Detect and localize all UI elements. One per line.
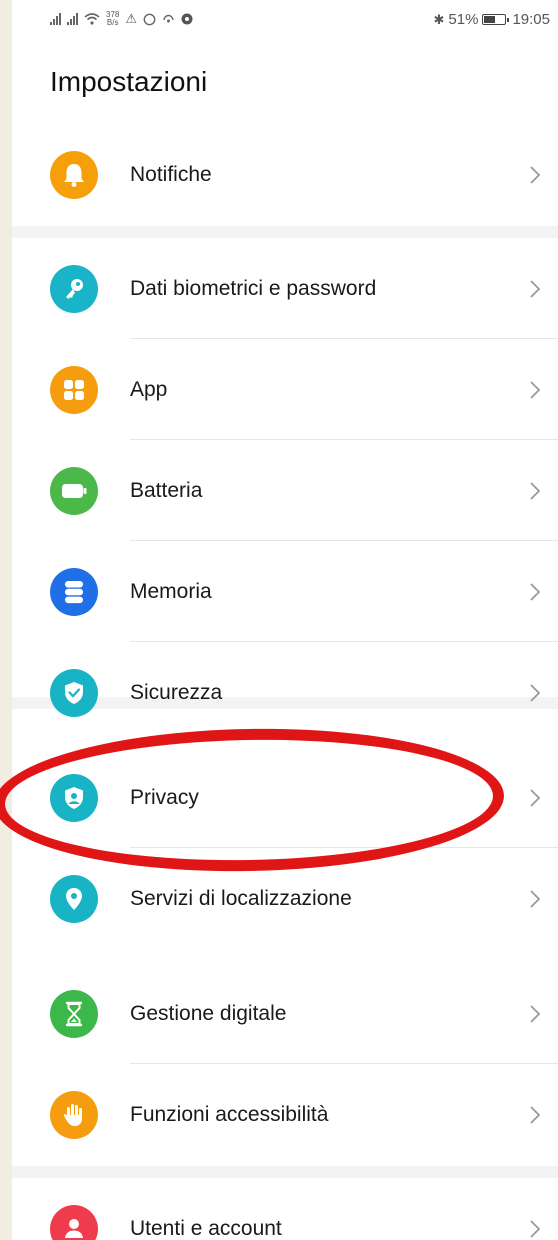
- hand-icon: [50, 1090, 98, 1139]
- key-icon: [50, 264, 98, 313]
- chevron-right-icon: [530, 1105, 541, 1124]
- settings-item-label: Sicurezza: [130, 680, 223, 704]
- chevron-right-icon: [530, 481, 541, 500]
- app-notification-icon: [181, 13, 193, 25]
- hourglass-icon: [50, 989, 98, 1038]
- chevron-right-icon: [530, 279, 541, 298]
- status-bar: 378 B/s ⚠ ✱ 51% 19:05: [12, 0, 558, 40]
- warning-icon: ⚠: [125, 11, 138, 26]
- settings-screen: 378 B/s ⚠ ✱ 51% 19:05 Impostazioni Notifi…: [12, 0, 558, 1240]
- settings-item-label: Notifiche: [130, 162, 212, 186]
- settings-item-label: Dati biometrici e password: [130, 276, 377, 300]
- settings-item-app[interactable]: App: [12, 339, 558, 440]
- settings-item-privacy[interactable]: Privacy: [12, 747, 558, 848]
- settings-item-label: Batteria: [130, 478, 203, 502]
- settings-item-gestione-digitale[interactable]: Gestione digitale: [12, 963, 558, 1064]
- signal-2-icon: [67, 13, 78, 25]
- settings-item-biometrics[interactable]: Dati biometrici e password: [12, 238, 558, 339]
- signal-1-icon: [50, 13, 61, 25]
- chevron-right-icon: [530, 582, 541, 601]
- chevron-right-icon: [530, 165, 541, 184]
- settings-item-memoria[interactable]: Memoria: [12, 541, 558, 642]
- battery-icon: [482, 14, 510, 25]
- settings-item-label: Gestione digitale: [130, 1001, 287, 1025]
- user-icon: [50, 1204, 98, 1240]
- settings-item-label: App: [130, 377, 168, 401]
- storage-icon: [50, 567, 98, 616]
- settings-item-sicurezza[interactable]: Sicurezza: [12, 642, 558, 743]
- group-separator: [12, 226, 558, 238]
- settings-item-batteria[interactable]: Batteria: [12, 440, 558, 541]
- battery-percent: 51%: [448, 11, 479, 28]
- clock: 19:05: [512, 11, 550, 28]
- chevron-right-icon: [530, 1219, 541, 1238]
- net-speed: 378 B/s: [106, 10, 120, 27]
- whatsapp-icon: [143, 13, 156, 25]
- chevron-right-icon: [530, 1004, 541, 1023]
- settings-item-label: Memoria: [130, 579, 212, 603]
- chevron-right-icon: [530, 683, 541, 702]
- battery-icon: [50, 466, 98, 515]
- settings-item-users-accounts[interactable]: Utenti e account: [12, 1178, 558, 1240]
- bluetooth-icon: ✱: [433, 11, 445, 27]
- settings-item-notifiche[interactable]: Notifiche: [12, 124, 558, 225]
- group-separator: [12, 1166, 558, 1178]
- chevron-right-icon: [530, 788, 541, 807]
- settings-item-location[interactable]: Servizi di localizzazione: [12, 848, 558, 949]
- location-pin-icon: [50, 874, 98, 923]
- bell-icon: [50, 150, 98, 199]
- settings-item-label: Funzioni accessibilità: [130, 1102, 329, 1126]
- settings-item-label: Servizi di localizzazione: [130, 886, 352, 910]
- chevron-right-icon: [530, 889, 541, 908]
- apps-grid-icon: [50, 365, 98, 414]
- hotspot-icon: [163, 14, 174, 22]
- settings-item-accessibility[interactable]: Funzioni accessibilità: [12, 1064, 558, 1165]
- privacy-shield-icon: [50, 773, 98, 822]
- chevron-right-icon: [530, 380, 541, 399]
- page-title: Impostazioni: [50, 66, 208, 97]
- wifi-icon: [84, 13, 100, 25]
- settings-item-label: Privacy: [130, 785, 199, 809]
- shield-check-icon: [50, 668, 98, 717]
- settings-item-label: Utenti e account: [130, 1216, 282, 1240]
